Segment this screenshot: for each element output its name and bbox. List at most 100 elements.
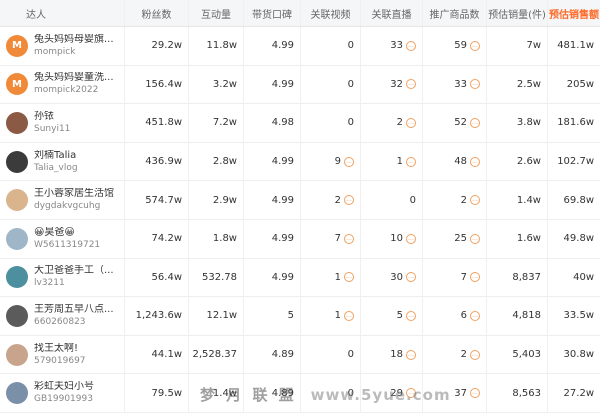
more-icon[interactable]: … bbox=[470, 310, 480, 321]
influencer-cell[interactable]: 大卫爸爸手工（... lv3211 bbox=[0, 258, 125, 297]
influencer-name[interactable]: 兔头妈妈婴童洗... bbox=[34, 72, 114, 84]
table-row[interactable]: 😀昊爸😀 W5611319721 74.2w 1.8w 4.99 7… 10… 25… 1.6w… bbox=[0, 219, 600, 259]
more-icon[interactable]: … bbox=[470, 233, 480, 244]
influencer-cell[interactable]: 彩虹夫妇小号 GB19901993 bbox=[0, 374, 125, 412]
influencer-name[interactable]: 王芳周五早八点... bbox=[34, 304, 114, 316]
more-icon[interactable]: … bbox=[344, 156, 354, 167]
header-score[interactable]: 带货口碑 bbox=[244, 0, 301, 26]
avatar[interactable] bbox=[6, 304, 28, 327]
influencer-name[interactable]: 刘楠Talia bbox=[34, 150, 78, 162]
header-interaction[interactable]: 互动量 bbox=[189, 0, 244, 26]
lives-cell-value: 2 bbox=[396, 117, 403, 129]
influencer-cell[interactable]: 找王太啊! 579019697 bbox=[0, 335, 125, 374]
header-sales[interactable]: 预估销量(件) bbox=[487, 0, 548, 26]
score-cell-value: 4.99 bbox=[271, 40, 294, 52]
lives-cell-value: 30 bbox=[390, 271, 403, 283]
influencer-names: 兔头妈妈母婴旗... mompick bbox=[34, 34, 114, 58]
influencer-cell[interactable]: 王小蓉家居生活馆 dygdakvgcuhg bbox=[0, 181, 125, 219]
more-icon[interactable]: … bbox=[344, 272, 354, 283]
more-icon[interactable]: … bbox=[344, 233, 354, 244]
fans-cell-value: 436.9w bbox=[145, 156, 182, 168]
influencer-cell[interactable]: 😀昊爸😀 W5611319721 bbox=[0, 219, 125, 258]
more-icon[interactable]: … bbox=[406, 79, 416, 90]
more-icon[interactable]: … bbox=[406, 156, 416, 167]
table-row[interactable]: 大卫爸爸手工（... lv3211 56.4w 532.78 4.99 1… 30… 7… 8,… bbox=[0, 258, 600, 298]
sales-cell-value: 7w bbox=[526, 40, 541, 52]
table-row[interactable]: 王小蓉家居生活馆 dygdakvgcuhg 574.7w 2.9w 4.99 2… 0 2… 1… bbox=[0, 181, 600, 220]
more-icon[interactable]: … bbox=[406, 117, 416, 128]
more-icon[interactable]: … bbox=[406, 272, 416, 283]
sales-cell: 2.5w bbox=[487, 65, 548, 104]
more-icon[interactable]: … bbox=[470, 349, 480, 360]
interaction-cell: 2.9w bbox=[189, 181, 244, 219]
more-icon[interactable]: … bbox=[344, 195, 354, 206]
videos-cell: 0 bbox=[301, 65, 361, 104]
fans-cell-value: 44.1w bbox=[151, 349, 182, 361]
table-body: M 兔头妈妈母婴旗... mompick 29.2w 11.8w 4.99 0 33… 59… 7… bbox=[0, 27, 600, 413]
header-influencer[interactable]: 达人 bbox=[0, 0, 125, 26]
avatar[interactable]: M bbox=[6, 73, 28, 96]
avatar[interactable] bbox=[6, 343, 28, 366]
table-row[interactable]: M 兔头妈妈婴童洗... mompick2022 156.4w 3.2w 4.99 0 32…… bbox=[0, 65, 600, 105]
influencer-cell[interactable]: 刘楠Talia Talia_vlog bbox=[0, 142, 125, 181]
avatar[interactable] bbox=[6, 266, 28, 289]
table-row[interactable]: 王芳周五早八点... 660260823 1,243.6w 12.1w 5 1… 5… 6… 4… bbox=[0, 297, 600, 336]
avatar[interactable] bbox=[6, 189, 28, 212]
more-icon[interactable]: … bbox=[406, 40, 416, 51]
fans-cell-value: 29.2w bbox=[151, 40, 182, 52]
fans-cell: 56.4w bbox=[125, 258, 189, 297]
more-icon[interactable]: … bbox=[344, 310, 354, 321]
videos-cell-value: 0 bbox=[347, 349, 354, 361]
lives-cell: 2… bbox=[361, 104, 423, 142]
avatar[interactable] bbox=[6, 111, 28, 134]
influencer-cell[interactable]: M 兔头妈妈母婴旗... mompick bbox=[0, 27, 125, 65]
more-icon[interactable]: … bbox=[470, 156, 480, 167]
header-videos[interactable]: 关联视频 bbox=[301, 0, 361, 26]
header-fans[interactable]: 粉丝数 bbox=[125, 0, 189, 26]
more-icon[interactable]: … bbox=[406, 349, 416, 360]
sales-cell-value: 2.6w bbox=[516, 156, 541, 168]
influencer-name[interactable]: 彩虹夫妇小号 bbox=[34, 381, 94, 393]
influencer-table: 达人 粉丝数 互动量 带货口碑 关联视频 关联直播 推广商品数 预估销量(件) … bbox=[0, 0, 600, 413]
influencer-name[interactable]: 找王太啊! bbox=[34, 343, 86, 355]
more-icon[interactable]: … bbox=[470, 40, 480, 51]
interaction-cell: 7.2w bbox=[189, 104, 244, 142]
more-icon[interactable]: … bbox=[406, 233, 416, 244]
fans-cell-value: 451.8w bbox=[145, 117, 182, 129]
avatar[interactable]: M bbox=[6, 34, 28, 57]
table-row[interactable]: 刘楠Talia Talia_vlog 436.9w 2.8w 4.99 9… 1… 48… 2.… bbox=[0, 142, 600, 182]
interaction-cell-value: 3.2w bbox=[212, 78, 237, 90]
influencer-name[interactable]: 😀昊爸😀 bbox=[34, 227, 100, 239]
more-icon[interactable]: … bbox=[406, 310, 416, 321]
more-icon[interactable]: … bbox=[470, 195, 480, 206]
amount-cell-value: 69.8w bbox=[563, 194, 594, 206]
influencer-name[interactable]: 大卫爸爸手工（... bbox=[34, 265, 114, 277]
more-icon[interactable]: … bbox=[470, 272, 480, 283]
interaction-cell-value: 1.8w bbox=[212, 233, 237, 245]
videos-cell-value: 0 bbox=[347, 40, 354, 52]
influencer-name[interactable]: 孙铱 bbox=[34, 111, 70, 123]
videos-cell: 0 bbox=[301, 27, 361, 65]
influencer-cell[interactable]: 王芳周五早八点... 660260823 bbox=[0, 297, 125, 335]
avatar[interactable] bbox=[6, 227, 28, 250]
influencer-cell[interactable]: M 兔头妈妈婴童洗... mompick2022 bbox=[0, 65, 125, 104]
influencer-id: lv3211 bbox=[34, 278, 65, 289]
influencer-name[interactable]: 王小蓉家居生活馆 bbox=[34, 188, 114, 200]
goods-cell-value: 6 bbox=[460, 310, 467, 322]
table-row[interactable]: M 兔头妈妈母婴旗... mompick 29.2w 11.8w 4.99 0 33… 59… 7… bbox=[0, 27, 600, 66]
table-row[interactable]: 孙铱 Sunyi11 451.8w 7.2w 4.98 0 2… 52… 3.8w 181.6w bbox=[0, 104, 600, 143]
more-icon[interactable]: … bbox=[470, 388, 480, 399]
more-icon[interactable]: … bbox=[470, 117, 480, 128]
fans-cell: 44.1w bbox=[125, 335, 189, 374]
avatar[interactable] bbox=[6, 150, 28, 173]
header-lives[interactable]: 关联直播 bbox=[361, 0, 423, 26]
more-icon[interactable]: … bbox=[470, 79, 480, 90]
header-amount[interactable]: 预估销售额 bbox=[548, 0, 600, 26]
influencer-cell[interactable]: 孙铱 Sunyi11 bbox=[0, 104, 125, 142]
influencer-name[interactable]: 兔头妈妈母婴旗... bbox=[34, 34, 114, 46]
videos-cell-value: 1 bbox=[334, 310, 341, 322]
table-row[interactable]: 找王太啊! 579019697 44.1w 2,528.37 4.89 0 18… 2… 5,4… bbox=[0, 335, 600, 375]
videos-cell: 0 bbox=[301, 335, 361, 374]
avatar[interactable] bbox=[6, 382, 28, 405]
header-goods[interactable]: 推广商品数 bbox=[423, 0, 487, 26]
